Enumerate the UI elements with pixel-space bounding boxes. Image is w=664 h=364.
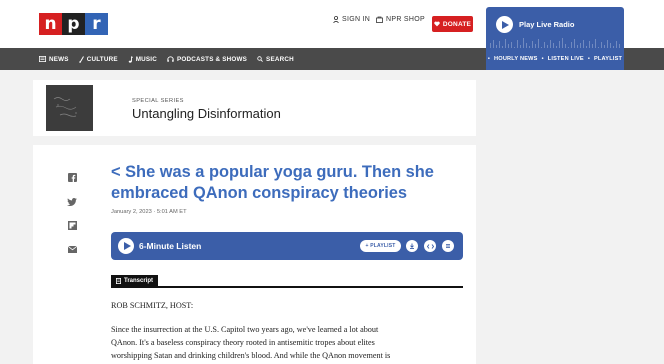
hourly-news-link[interactable]: HOURLY NEWS	[494, 56, 538, 62]
nav-music-label: MUSIC	[135, 55, 158, 63]
main-nav: NEWS CULTURE MUSIC PODCASTS & SHOWS SEAR…	[0, 48, 664, 70]
embed-icon	[426, 243, 434, 249]
audio-duration-label: 6-Minute Listen	[139, 241, 202, 251]
article-date: January 2, 2023 · 5:01 AM ET	[111, 209, 187, 215]
npr-logo[interactable]: n p r	[39, 13, 108, 35]
facebook-icon[interactable]	[67, 172, 77, 183]
play-icon	[123, 242, 131, 250]
nav-culture-label: CULTURE	[86, 55, 118, 63]
bullet-separator: •	[587, 56, 590, 62]
series-thumbnail-image	[46, 85, 93, 131]
listen-live-link[interactable]: LISTEN LIVE	[548, 56, 584, 62]
transcript-line: QAnon. It's a baseless conspiracy theory…	[111, 338, 375, 348]
flipboard-icon[interactable]	[67, 220, 77, 231]
audio-player: 6-Minute Listen + PLAYLIST	[111, 232, 463, 260]
user-icon	[333, 16, 339, 23]
nav-item-culture[interactable]: CULTURE	[78, 55, 118, 63]
transcript-divider	[111, 286, 463, 288]
logo-letter-n: n	[39, 13, 62, 35]
play-icon	[502, 20, 509, 29]
series-title[interactable]: Untangling Disinformation	[132, 106, 281, 121]
transcript-button[interactable]	[442, 240, 454, 252]
twitter-icon[interactable]	[67, 196, 77, 207]
nav-search-label: SEARCH	[266, 55, 294, 63]
nav-item-news[interactable]: NEWS	[39, 56, 69, 63]
live-radio-links: • HOURLY NEWS • LISTEN LIVE • PLAYLIST	[486, 48, 624, 70]
logo-letter-r: r	[85, 13, 108, 35]
shop-icon	[376, 16, 383, 23]
nav-news-label: NEWS	[49, 55, 69, 63]
donate-button[interactable]: DONATE	[432, 16, 473, 32]
music-icon	[128, 55, 133, 63]
play-audio-button[interactable]	[118, 238, 134, 254]
article-card: < She was a popular yoga guru. Then she …	[33, 145, 476, 364]
podcast-icon	[167, 56, 174, 62]
logo-letter-p: p	[62, 13, 85, 35]
play-live-radio-button[interactable]	[496, 16, 513, 33]
series-kicker: SPECIAL SERIES	[132, 98, 184, 104]
transcript-line: Since the insurrection at the U.S. Capit…	[111, 325, 379, 334]
npr-shop-link[interactable]: NPR SHOP	[376, 16, 425, 23]
add-to-playlist-button[interactable]: + PLAYLIST	[360, 240, 401, 252]
speaker-name: ROB SCHMITZ, HOST:	[111, 301, 194, 310]
document-icon	[116, 278, 121, 284]
nav-item-podcasts-shows[interactable]: PODCASTS & SHOWS	[167, 56, 247, 63]
download-icon	[410, 243, 414, 249]
sign-in-label: SIGN IN	[342, 16, 371, 23]
bullet-separator: •	[541, 56, 544, 62]
download-button[interactable]	[406, 240, 418, 252]
donate-label: DONATE	[442, 20, 472, 28]
heart-icon	[434, 21, 440, 27]
embed-button[interactable]	[424, 240, 436, 252]
special-series-banner[interactable]: SPECIAL SERIES Untangling Disinformation	[33, 80, 476, 136]
culture-icon	[78, 55, 84, 63]
news-icon	[39, 56, 46, 62]
bullet-separator: •	[487, 56, 491, 62]
play-live-radio-label[interactable]: Play Live Radio	[519, 20, 574, 29]
npr-shop-label: NPR SHOP	[386, 16, 425, 23]
article-headline: < She was a popular yoga guru. Then she …	[111, 163, 434, 202]
transcript-line: worshipping Satan and drinking children'…	[111, 351, 391, 361]
search-icon	[257, 56, 263, 62]
email-icon[interactable]	[67, 244, 77, 255]
nav-item-search[interactable]: SEARCH	[257, 56, 294, 63]
transcript-body: Since the insurrection at the U.S. Capit…	[111, 323, 441, 363]
transcript-tab-label: Transcript	[124, 278, 154, 284]
transcript-icon	[446, 244, 450, 248]
sign-in-link[interactable]: SIGN IN	[333, 16, 370, 23]
chalkboard-image	[46, 85, 93, 131]
playlist-link[interactable]: PLAYLIST	[594, 56, 622, 62]
nav-podcasts-label: PODCASTS & SHOWS	[177, 55, 248, 63]
share-toolbar	[67, 172, 77, 255]
nav-item-music[interactable]: MUSIC	[128, 56, 157, 63]
